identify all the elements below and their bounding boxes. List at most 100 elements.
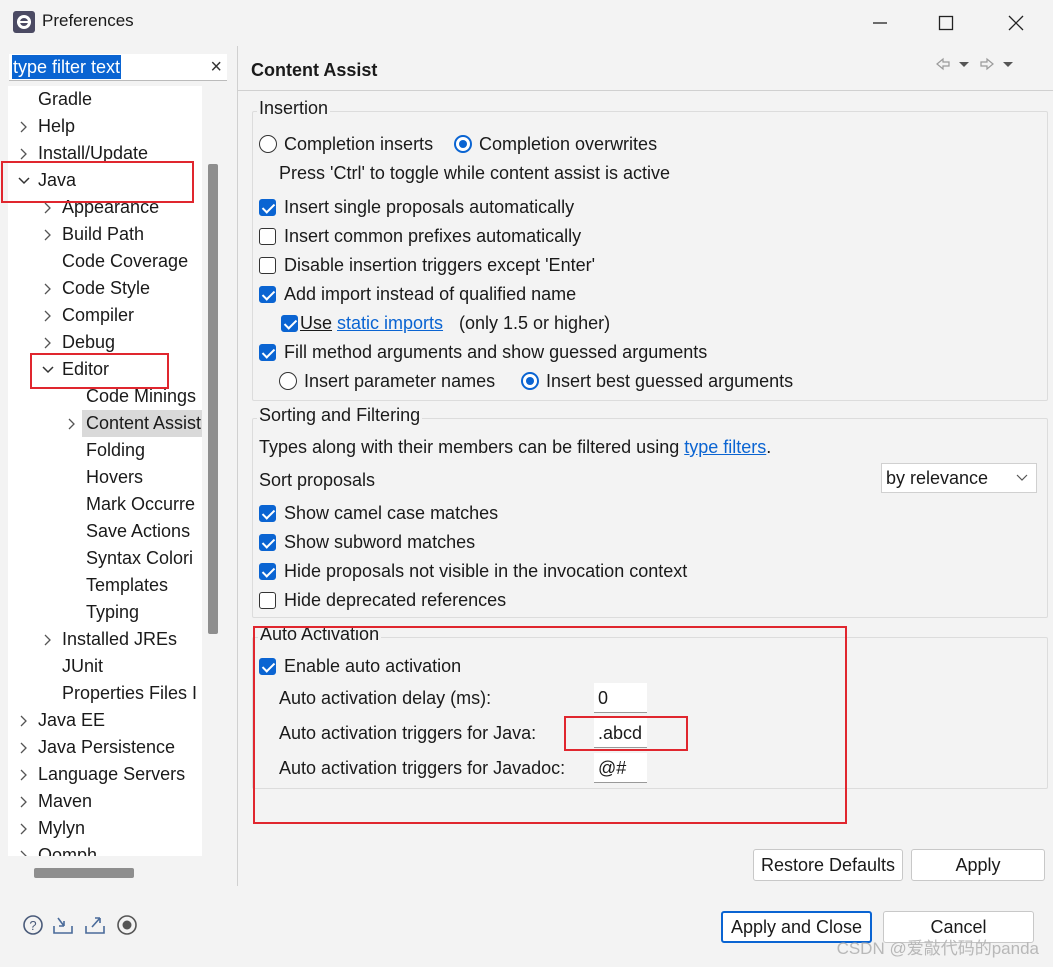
svg-text:?: ? [29,918,36,933]
csdn-watermark: CSDN @爱敲代码的panda [836,939,1039,958]
chevron-right-icon[interactable] [19,707,29,734]
add-import-label: Add import instead of qualified name [284,284,577,304]
window-title: Preferences [42,11,134,30]
tree-item-debug[interactable]: Debug [62,329,115,356]
tree-item-save-actions[interactable]: Save Actions [86,518,190,545]
tree-item-typing[interactable]: Typing [86,599,139,626]
header-separator [238,90,1053,91]
only-15-label: (only 1.5 or higher) [459,313,611,333]
tree-item-properties-files[interactable]: Properties Files I [62,680,197,707]
help-icon[interactable]: ? [22,914,44,936]
tree-item-maven[interactable]: Maven [38,788,92,815]
chevron-right-icon[interactable] [19,815,29,842]
insertion-group-label: Insertion [257,98,331,119]
chevron-right-icon[interactable] [19,734,29,761]
insert-common-checkbox[interactable] [259,228,276,245]
use-static-imports-checkbox[interactable] [281,315,298,332]
hide-not-visible-label: Hide proposals not visible in the invoca… [284,561,688,581]
insert-common-label: Insert common prefixes automatically [284,226,582,246]
disable-triggers-label: Disable insertion triggers except 'Enter… [284,255,596,275]
chevron-right-icon[interactable] [43,221,53,248]
tree-item-oomph[interactable]: Oomph [38,842,97,856]
use-label: Use [300,313,333,333]
completion-overwrites-radio[interactable] [454,135,472,153]
tree-item-java-ee[interactable]: Java EE [38,707,105,734]
page-navigation [936,57,1013,71]
back-menu-chevron-icon[interactable] [959,62,969,67]
static-imports-link[interactable]: static imports [337,310,443,336]
close-button[interactable] [988,6,1044,40]
filter-field[interactable]: type filter text × [9,54,227,81]
chevron-right-icon[interactable] [43,275,53,302]
import-icon[interactable] [52,914,74,936]
forward-menu-chevron-icon[interactable] [1003,62,1013,67]
hide-not-visible-checkbox[interactable] [259,563,276,580]
add-import-checkbox[interactable] [259,286,276,303]
camel-case-label: Show camel case matches [284,503,499,523]
apply-button[interactable]: Apply [911,849,1045,881]
tree-item-mylyn[interactable]: Mylyn [38,815,85,842]
sort-proposals-label: Sort proposals [259,470,376,490]
chevron-right-icon[interactable] [19,113,29,140]
sort-proposals-select[interactable]: by relevance [881,463,1037,493]
chevron-right-icon[interactable] [19,761,29,788]
types-filter-description: Types along with their members can be fi… [259,437,680,457]
tree-item-code-style[interactable]: Code Style [62,275,150,302]
hide-deprecated-checkbox[interactable] [259,592,276,609]
fill-method-args-label: Fill method arguments and show guessed a… [284,342,708,362]
tree-item-language-servers[interactable]: Language Servers [38,761,185,788]
chevron-right-icon[interactable] [43,329,53,356]
tree-item-build-path[interactable]: Build Path [62,221,144,248]
back-arrow-icon[interactable] [936,57,950,71]
maximize-button[interactable] [918,6,974,40]
chevron-right-icon[interactable] [19,842,29,856]
record-icon[interactable] [116,914,138,936]
sorting-filtering-group-label: Sorting and Filtering [257,405,423,426]
tree-item-help[interactable]: Help [38,113,75,140]
completion-inserts-radio[interactable] [259,135,277,153]
preferences-tree-panel: type filter text × Gradle Help Install/U… [0,46,236,886]
minimize-button[interactable] [852,6,908,40]
restore-defaults-button[interactable]: Restore Defaults [753,849,903,881]
chevron-right-icon[interactable] [67,410,77,437]
completion-overwrites-label: Completion overwrites [479,134,658,154]
tree-item-templates[interactable]: Templates [86,572,168,599]
eclipse-app-icon [13,11,35,33]
tree-item-folding[interactable]: Folding [86,437,145,464]
subword-label: Show subword matches [284,532,476,552]
camel-case-checkbox[interactable] [259,505,276,522]
tree-vertical-scrollbar[interactable] [208,164,218,634]
forward-arrow-icon[interactable] [980,57,994,71]
tree-item-junit[interactable]: JUnit [62,653,103,680]
tree-item-installed-jres[interactable]: Installed JREs [62,626,177,653]
chevron-right-icon[interactable] [43,626,53,653]
tree-item-hovers[interactable]: Hovers [86,464,143,491]
export-icon[interactable] [84,914,106,936]
tree-horizontal-scrollbar[interactable] [34,868,134,878]
tree-item-content-assist[interactable]: Content Assist [82,410,202,437]
tree-item-gradle[interactable]: Gradle [38,86,92,113]
completion-inserts-label: Completion inserts [284,134,434,154]
insert-param-names-radio[interactable] [279,372,297,390]
subword-checkbox[interactable] [259,534,276,551]
clear-filter-icon[interactable]: × [210,55,222,79]
minimize-icon [873,22,887,24]
tree-item-compiler[interactable]: Compiler [62,302,134,329]
title-bar: Preferences [0,0,1053,46]
tree-item-mark-occurrences[interactable]: Mark Occurre [86,491,195,518]
fill-method-args-checkbox[interactable] [259,344,276,361]
insert-single-checkbox[interactable] [259,199,276,216]
highlight-box-auto-activation [253,626,847,824]
tree-item-java-persistence[interactable]: Java Persistence [38,734,175,761]
type-filters-link[interactable]: type filters [684,437,766,457]
sort-proposals-value: by relevance [886,468,989,488]
types-filter-text: Types along with their members can be fi… [259,434,771,460]
tree-item-code-coverage[interactable]: Code Coverage [62,248,188,275]
insert-best-guessed-radio[interactable] [521,372,539,390]
chevron-right-icon[interactable] [19,788,29,815]
filter-input[interactable]: type filter text [12,55,122,79]
tree-item-syntax-coloring[interactable]: Syntax Colori [86,545,193,572]
content-assist-page: Content Assist Insertion Completion inse… [237,46,1053,886]
chevron-right-icon[interactable] [43,302,53,329]
disable-triggers-checkbox[interactable] [259,257,276,274]
